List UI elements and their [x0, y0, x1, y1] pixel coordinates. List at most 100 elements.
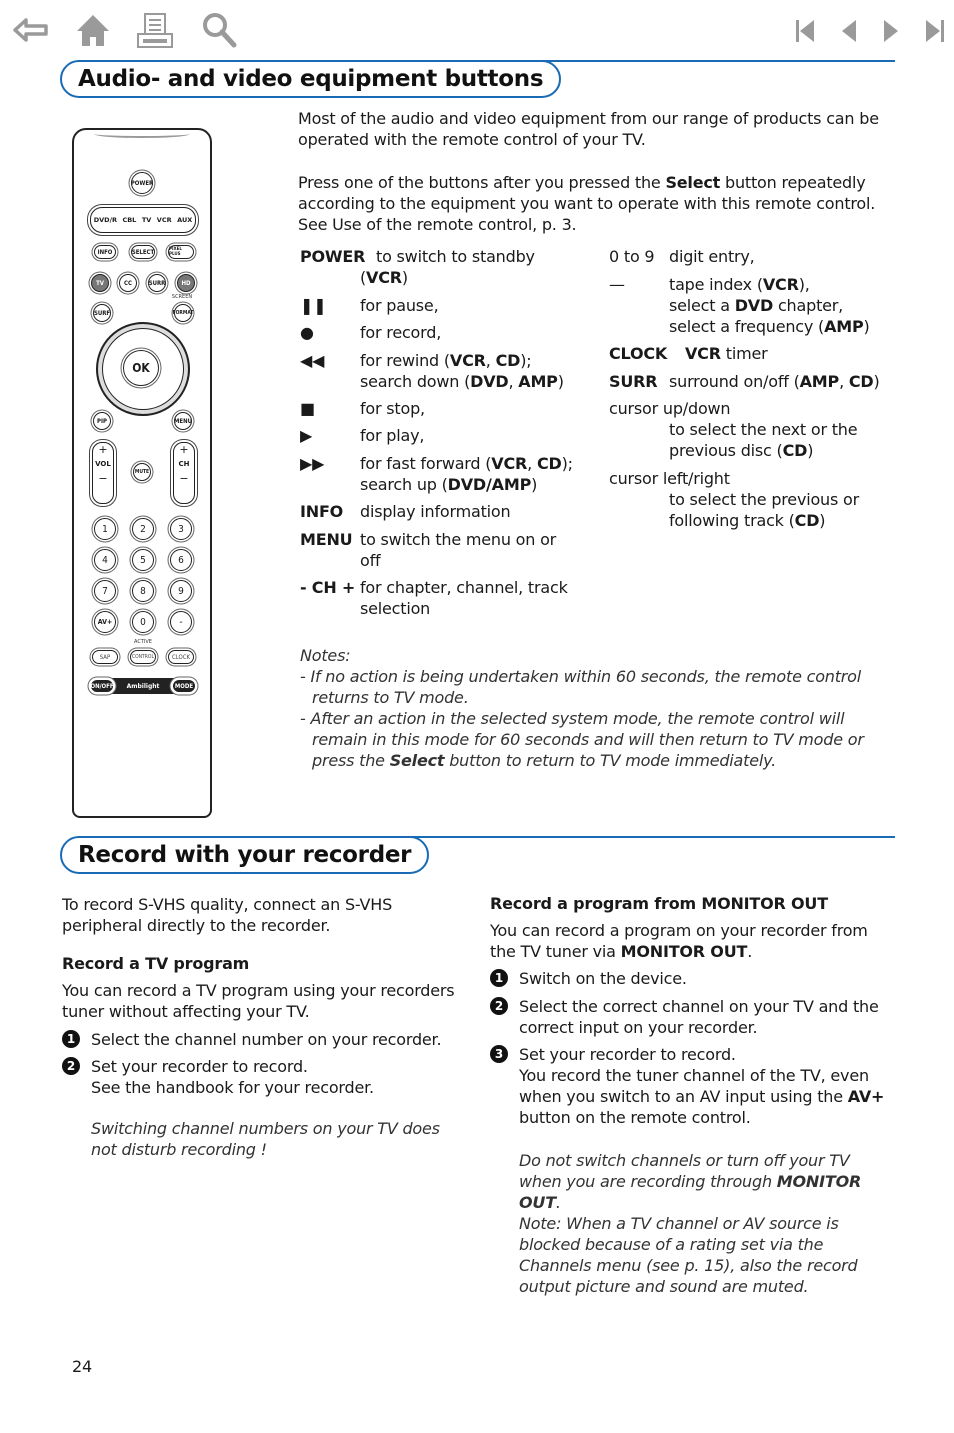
remote-mode-selector: DVD/R CBL TV VCR AUX — [90, 207, 196, 233]
definition-value: for stop, — [360, 399, 425, 418]
definition-value: to select the previous or following track… — [669, 490, 859, 530]
step-line: Set your recorder to record. — [519, 1045, 736, 1064]
mode-label: TV — [141, 216, 152, 224]
remote-mute-button: MUTE — [133, 463, 151, 481]
text-run: . — [555, 1193, 561, 1212]
remote-channel-rocker: + CH − — [173, 442, 195, 504]
svhs-paragraph: To record S-VHS quality, connect an S-VH… — [62, 895, 393, 935]
last-page-icon[interactable] — [920, 10, 950, 50]
definition-item: ❚❚ for pause, — [300, 295, 600, 316]
definition-value: for fast forward (VCR, CD); search up (DV… — [360, 454, 573, 494]
ch-minus: − — [179, 472, 189, 485]
definition-key: ■ — [300, 399, 315, 418]
subheading-monitor-out: Record a program from MONITOR OUT — [490, 893, 900, 914]
definition-key: CLOCK — [609, 344, 668, 363]
definition-key: INFO — [300, 502, 344, 521]
mode-label: CBL — [122, 216, 137, 224]
section-title: Audio- and video equipment buttons — [60, 60, 562, 98]
text-run: button on the remote control. — [519, 1108, 751, 1127]
ch-plus: + — [179, 443, 189, 456]
definition-item: cursor up/down to select the next or the p… — [609, 398, 909, 461]
definition-item: CLOCK VCR timer — [609, 343, 909, 364]
remote-ambilight-bar: ON/OFF Ambilight MODE — [90, 678, 196, 694]
remote-digit-button: 9 — [170, 580, 192, 602]
remote-info-button: INFO — [94, 245, 116, 259]
step-text: Set your recorder to record. You record … — [519, 1044, 891, 1128]
step-item: 2 Set your recorder to record. See the h… — [62, 1056, 467, 1100]
remote-hd-button: HD — [177, 274, 195, 292]
definition-key: MENU — [300, 530, 353, 549]
definition-item: - CH + for chapter, channel, track selecti… — [300, 577, 600, 619]
remote-digit-button: 1 — [94, 518, 116, 540]
previous-page-icon[interactable] — [836, 10, 866, 50]
remote-select-button: SELECT — [131, 245, 155, 259]
text-run: Press one of the buttons after you press… — [298, 173, 666, 192]
step-text: Set your recorder to record. See the han… — [91, 1057, 374, 1097]
step-item: 1 Switch on the device. — [490, 968, 895, 990]
definition-item: ▶▶ for fast forward (VCR, CD); search up (… — [300, 453, 600, 495]
search-icon[interactable] — [200, 10, 238, 50]
home-icon[interactable] — [74, 10, 112, 50]
remote-tv-button: TV — [91, 274, 109, 292]
select-paragraph: Press one of the buttons after you press… — [298, 172, 893, 235]
mode-label: VCR — [156, 216, 172, 224]
definition-value: to switch the menu on or off — [360, 530, 557, 570]
vol-label: VOL — [95, 460, 111, 468]
remote-pip-button: PIP — [93, 412, 111, 430]
definition-value: digit entry, — [669, 247, 755, 266]
avplus-keyword: AV+ — [847, 1087, 885, 1106]
text-run: . — [747, 942, 753, 961]
definition-item: 0 to 9 digit entry, — [609, 246, 909, 267]
step-number-icon: 2 — [62, 1057, 80, 1075]
note-text: button to return to TV mode immediately. — [444, 751, 777, 770]
remote-sap-button: SAP — [92, 650, 118, 664]
definition-value: for pause, — [360, 296, 439, 315]
definition-item: INFO display information — [300, 501, 600, 522]
remote-digit-button: 8 — [132, 580, 154, 602]
definition-item: ■ for stop, — [300, 398, 600, 419]
tv-note: Switching channel numbers on your TV doe… — [91, 1119, 440, 1159]
notes-block: Notes: - If no action is being undertake… — [300, 645, 895, 771]
remote-digit-button: 2 — [132, 518, 154, 540]
vol-plus: + — [98, 443, 108, 456]
notes-title: Notes: — [300, 646, 351, 665]
remote-ok-button: OK — [123, 350, 159, 386]
definition-key: cursor up/down — [609, 399, 731, 418]
note-item: - If no action is being undertaken withi… — [300, 667, 862, 707]
ch-label: CH — [178, 460, 190, 468]
definition-key: ◀◀ — [300, 351, 325, 370]
definition-value: for play, — [360, 426, 425, 445]
select-keyword: Select — [389, 751, 445, 770]
definition-key: POWER — [300, 247, 366, 266]
definition-item: SURR surround on/off (AMP, CD) — [609, 371, 909, 392]
definition-key: ▶ — [300, 426, 313, 445]
definition-key: — — [609, 275, 625, 294]
print-icon[interactable] — [136, 10, 174, 50]
mode-label: AUX — [177, 216, 193, 224]
step-item: 3 Set your recorder to record. You recor… — [490, 1044, 895, 1132]
remote-volume-rocker: + VOL − — [92, 442, 114, 504]
step-text: Select the correct channel on your TV an… — [519, 997, 879, 1037]
definition-key: ● — [300, 323, 314, 342]
definition-item: — tape index (VCR), select a DVD chapter, s… — [609, 274, 909, 337]
next-page-icon[interactable] — [876, 10, 906, 50]
record-tv-paragraph: You can record a TV program using your r… — [62, 981, 455, 1021]
back-icon[interactable] — [12, 10, 50, 50]
step-text: Select the channel number on your record… — [91, 1030, 442, 1049]
monitor-out-keyword: MONITOR OUT — [620, 942, 748, 961]
definition-key: cursor left/right — [609, 469, 730, 488]
mode-label: DVD/R — [93, 216, 117, 224]
remote-menu-button: MENU — [174, 412, 192, 430]
step-number-icon: 1 — [62, 1030, 80, 1048]
definition-item: cursor left/right to select the previous … — [609, 468, 909, 531]
definition-key: ▶▶ — [300, 454, 325, 473]
remote-surr-button: SURR — [148, 274, 166, 292]
first-page-icon[interactable] — [790, 10, 820, 50]
definition-value: surround on/off (AMP, CD) — [669, 372, 880, 391]
remote-avplus-button: AV+ — [94, 611, 116, 633]
definition-item: POWER to switch to standby (VCR) — [300, 246, 600, 288]
note-item: - After an action in the selected system… — [300, 709, 864, 770]
step-item: 2 Select the correct channel on your TV … — [490, 996, 895, 1040]
definition-key: - CH + — [300, 578, 356, 597]
definition-item: ▶ for play, — [300, 425, 600, 446]
